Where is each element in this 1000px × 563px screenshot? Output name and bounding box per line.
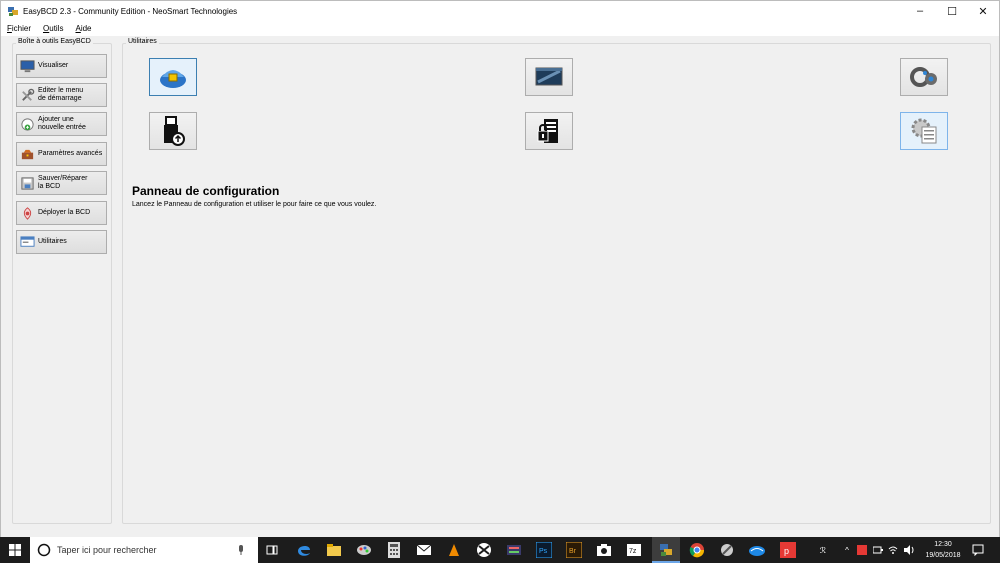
save-repair-bcd-button[interactable]: Sauver/Réparer la BCD <box>16 171 107 195</box>
action-center-icon[interactable] <box>968 537 988 563</box>
toolbox-group-label: Boîte à outils EasyBCD <box>16 38 93 45</box>
vlc-icon[interactable] <box>442 537 466 563</box>
usb-drive-button[interactable] <box>149 112 197 150</box>
utilities-group-label: Utilitaires <box>126 38 159 45</box>
easybcd-taskbar-button[interactable] <box>652 537 680 563</box>
svg-text:Ps: Ps <box>539 548 548 555</box>
svg-text:p: p <box>784 546 789 556</box>
svg-text:Br: Br <box>569 548 577 555</box>
close-button[interactable]: ✕ <box>967 1 999 21</box>
clock-date: 19/05/2018 <box>925 552 961 559</box>
media-app-icon[interactable] <box>502 537 526 563</box>
wifi-icon[interactable] <box>887 537 899 563</box>
selected-utility-description: Lancez le Panneau de configuration et ut… <box>132 201 377 208</box>
edit-boot-menu-button[interactable]: Editer le menu de démarrage <box>16 83 107 107</box>
menu-aide[interactable]: Aide <box>75 24 91 33</box>
control-panel-icon <box>911 118 937 144</box>
easybcd-window: EasyBCD 2.3 - Community Edition - NeoSma… <box>0 0 1000 537</box>
security-shield-icon <box>160 70 186 88</box>
chrome-icon[interactable] <box>684 537 710 563</box>
battery-icon[interactable] <box>872 537 884 563</box>
maximize-button[interactable]: ☐ <box>936 1 968 21</box>
snipping-tool-icon[interactable] <box>714 537 740 563</box>
edge-browser-icon[interactable] <box>292 537 316 563</box>
locked-server-button[interactable] <box>525 112 573 150</box>
search-placeholder: Taper ici pour rechercher <box>57 545 157 555</box>
add-entry-label: Ajouter une nouvelle entrée <box>38 116 86 131</box>
title-bar[interactable]: EasyBCD 2.3 - Community Edition - NeoSma… <box>1 1 999 21</box>
menu-bar: Fichier Outils Aide <box>1 21 999 36</box>
tray-pdf-icon[interactable] <box>856 537 868 563</box>
toolbox-icon <box>21 149 34 159</box>
add-icon <box>21 117 34 131</box>
security-shield-button[interactable] <box>149 58 197 96</box>
microphone-icon[interactable] <box>237 544 245 556</box>
file-explorer-icon[interactable] <box>322 537 346 563</box>
xbox-icon[interactable] <box>472 537 496 563</box>
svg-text:7z: 7z <box>629 548 637 555</box>
calculator-icon[interactable] <box>382 537 406 563</box>
deploy-bcd-button[interactable]: Déployer la BCD <box>16 201 107 225</box>
task-view-icon[interactable] <box>262 537 282 563</box>
terminal-console-button[interactable] <box>525 58 573 96</box>
monitor-icon <box>20 59 35 72</box>
cloud-sync-icon[interactable] <box>744 537 770 563</box>
start-button[interactable] <box>0 537 30 563</box>
terminal-console-icon <box>535 67 563 86</box>
utilities-icon <box>20 235 35 247</box>
seven-zip-icon[interactable]: 7z <box>622 537 646 563</box>
menu-outils[interactable]: Outils <box>43 24 63 33</box>
photoshop-icon[interactable]: Ps <box>532 537 556 563</box>
add-entry-button[interactable]: Ajouter une nouvelle entrée <box>16 112 107 136</box>
save-icon <box>21 176 34 190</box>
locked-server-icon <box>537 119 558 143</box>
advanced-settings-button[interactable]: Paramètres avancés <box>16 142 107 166</box>
people-icon[interactable]: ℛ <box>816 537 830 563</box>
pdf-reader-icon[interactable]: p <box>775 537 801 563</box>
control-panel-button[interactable] <box>900 112 948 150</box>
gears-button[interactable] <box>900 58 948 96</box>
easybcd-app-icon <box>8 7 18 16</box>
mail-icon[interactable] <box>412 537 436 563</box>
paint-app-icon[interactable] <box>352 537 376 563</box>
selected-utility-title: Panneau de configuration <box>132 184 280 198</box>
clock[interactable]: 12:30 19/05/2018 <box>922 539 964 561</box>
advanced-settings-label: Paramètres avancés <box>38 150 103 157</box>
tray-chevron-up-icon[interactable]: ^ <box>842 537 852 563</box>
windows-logo-icon <box>9 544 21 556</box>
visualiser-label: Visualiser <box>38 62 69 69</box>
utilities-button[interactable]: Utilitaires <box>16 230 107 254</box>
clock-time: 12:30 <box>934 541 952 548</box>
save-repair-bcd-label: Sauver/Réparer la BCD <box>38 175 88 190</box>
taskbar-search-box[interactable]: Taper ici pour rechercher <box>30 537 258 563</box>
bridge-icon[interactable]: Br <box>562 537 586 563</box>
minimize-button[interactable]: – <box>904 1 936 21</box>
window-title: EasyBCD 2.3 - Community Edition - NeoSma… <box>23 6 238 16</box>
deploy-icon <box>23 206 32 220</box>
utilities-label: Utilitaires <box>38 238 67 245</box>
gears-icon <box>910 67 937 87</box>
windows-taskbar: Taper ici pour rechercher Ps Br 7z p ℛ ^… <box>0 537 1000 563</box>
usb-drive-icon <box>164 116 185 146</box>
volume-icon[interactable] <box>902 537 916 563</box>
camera-icon[interactable] <box>592 537 616 563</box>
menu-fichier[interactable]: Fichier <box>7 24 31 33</box>
tools-icon <box>22 88 35 101</box>
deploy-bcd-label: Déployer la BCD <box>38 209 91 216</box>
cortana-circle-icon <box>37 543 51 557</box>
edit-boot-menu-label: Editer le menu de démarrage <box>38 87 84 102</box>
visualiser-button[interactable]: Visualiser <box>16 54 107 78</box>
